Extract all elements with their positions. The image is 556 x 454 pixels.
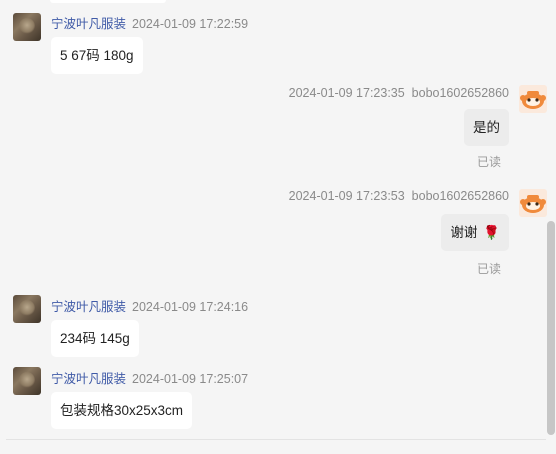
orange-robot-avatar[interactable] [518,188,548,218]
message-bubble[interactable]: 谢谢 🌹 [441,214,509,251]
message-text: 谢谢 [450,225,478,240]
message-bubble[interactable]: 5 67码 180g [51,37,143,74]
message-time: 2024-01-09 17:22:59 [132,17,249,31]
message-bubble[interactable]: 234码 145g [51,320,139,357]
rose-emoji: 🌹 [483,225,500,240]
sender-name[interactable]: bobo1602652860 [412,189,509,203]
message-bubble[interactable]: 包装规格30x25x3cm [51,392,193,429]
sender-name[interactable]: 宁波叶凡服装 [51,17,126,31]
sender-name[interactable]: bobo1602652860 [412,86,509,100]
seller-avatar[interactable] [13,295,41,323]
message-header: 2024-01-09 17:23:53 bobo1602652860 [289,189,509,203]
read-status: 已读 [477,155,502,169]
message-header: 宁波叶凡服装 2024-01-09 17:24:16 [51,296,248,315]
chat-message-list: 宁波叶凡服装 2024-01-09 17:22:59 5 67码 180g 202… [0,0,548,454]
message-time: 2024-01-09 17:23:35 [288,86,405,100]
message-time: 2024-01-09 17:24:16 [132,300,249,314]
previous-message-bubble [50,0,166,3]
scrollbar-thumb[interactable] [547,221,555,435]
sender-name[interactable]: 宁波叶凡服装 [51,372,126,386]
message-time: 2024-01-09 17:25:07 [132,372,249,386]
orange-robot-avatar[interactable] [518,84,548,114]
read-status: 已读 [477,262,502,276]
seller-avatar[interactable] [13,367,41,395]
message-header: 宁波叶凡服装 2024-01-09 17:22:59 [51,13,248,32]
message-bubble[interactable]: 是的 [464,109,509,146]
message-header: 2024-01-09 17:23:35 bobo1602652860 [289,86,509,100]
input-divider [6,439,546,440]
sender-name[interactable]: 宁波叶凡服装 [51,300,126,314]
message-time: 2024-01-09 17:23:53 [288,189,405,203]
seller-avatar[interactable] [13,13,41,41]
message-header: 宁波叶凡服装 2024-01-09 17:25:07 [51,368,248,387]
